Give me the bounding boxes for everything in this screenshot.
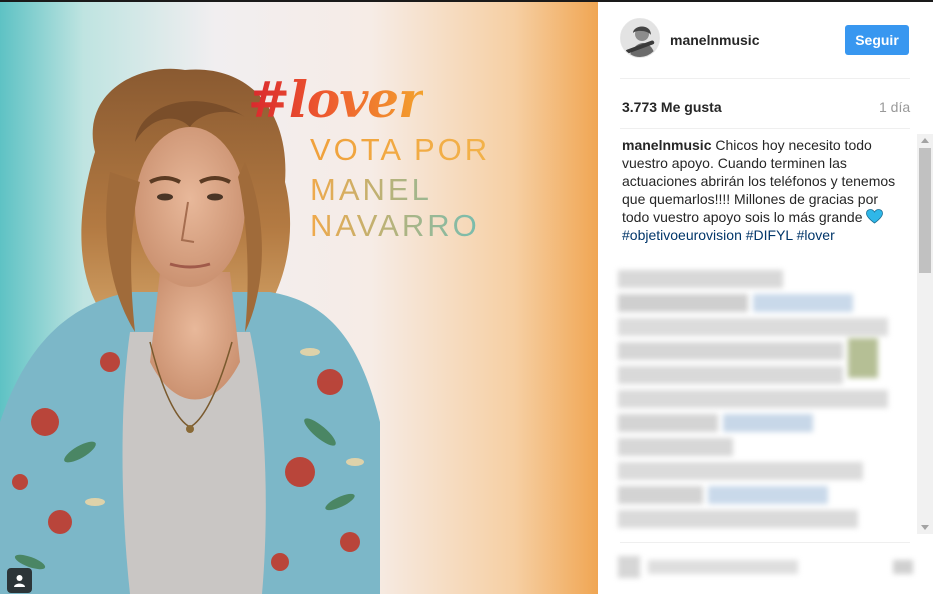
- blurred-comment-row: [618, 318, 888, 336]
- avatar[interactable]: [620, 18, 660, 58]
- blurred-comment-row: [618, 366, 843, 384]
- blurred-comment-row: [618, 462, 863, 480]
- post-image[interactable]: #lover VOTA POR MANEL NAVARRO: [0, 2, 598, 594]
- tagged-users-button[interactable]: [7, 568, 32, 593]
- scrollbar-thumb[interactable]: [919, 148, 931, 273]
- blurred-comment-row: [618, 270, 783, 288]
- divider: [620, 78, 910, 79]
- blurred-comment-row: [618, 438, 733, 456]
- image-vote-text: VOTA POR: [310, 132, 491, 167]
- post-timestamp[interactable]: 1 día: [879, 99, 910, 115]
- heart-icon: [866, 209, 884, 224]
- blurred-comment-row: [708, 486, 828, 504]
- post-header: manelnmusic Seguir: [620, 18, 910, 62]
- caption: manelnmusic Chicos hoy necesito todo vue…: [622, 136, 907, 244]
- user-icon: [14, 575, 25, 587]
- post-details-panel: manelnmusic Seguir 3.773 Me gusta 1 día …: [598, 2, 933, 594]
- divider: [620, 542, 910, 543]
- username-link[interactable]: manelnmusic: [670, 32, 759, 48]
- avatar-photo: [621, 19, 659, 57]
- image-name-text: MANEL NAVARRO: [310, 172, 598, 244]
- blurred-emoji: [848, 338, 878, 378]
- likes-count[interactable]: 3.773 Me gusta: [622, 99, 722, 115]
- scroll-up-arrow-icon[interactable]: [921, 138, 929, 143]
- blurred-comment-row: [753, 294, 853, 312]
- image-hashtag-title: #lover: [248, 70, 424, 129]
- comments-scrollbar[interactable]: [917, 134, 933, 534]
- blurred-comment-row: [618, 486, 703, 504]
- blurred-comment-row: [618, 390, 888, 408]
- blurred-comment-input[interactable]: [618, 554, 913, 584]
- caption-author-link[interactable]: manelnmusic: [622, 137, 711, 153]
- blurred-comment-row: [618, 294, 748, 312]
- hashtag-link[interactable]: #objetivoeurovision: [622, 227, 742, 243]
- blurred-comment-row: [723, 414, 813, 432]
- blurred-comment-row: [618, 414, 718, 432]
- scroll-down-arrow-icon[interactable]: [921, 525, 929, 530]
- blurred-comment-row: [618, 342, 843, 360]
- divider: [620, 128, 910, 129]
- blurred-comments: [618, 270, 908, 530]
- follow-button[interactable]: Seguir: [845, 25, 909, 55]
- hashtag-link[interactable]: #lover: [797, 227, 835, 243]
- hashtag-link[interactable]: #DIFYL: [746, 227, 793, 243]
- blurred-comment-row: [618, 510, 858, 528]
